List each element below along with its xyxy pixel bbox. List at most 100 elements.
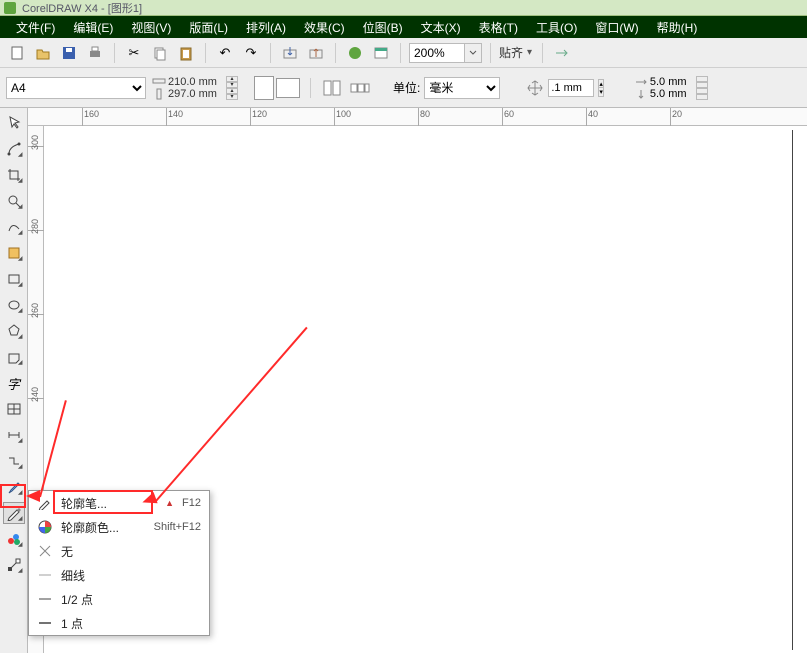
outline-flyout-menu: 轮廓笔... ▲ F12 轮廓颜色... Shift+F12 无 细线 1/2 …	[28, 490, 210, 636]
interactive-fill-tool[interactable]: ◢	[3, 554, 25, 576]
page-border	[792, 130, 793, 650]
paste-button[interactable]	[175, 42, 197, 64]
undo-button[interactable]: ↶	[214, 42, 236, 64]
polygon-tool[interactable]: ◢	[3, 320, 25, 342]
table-tool[interactable]	[3, 398, 25, 420]
property-bar: A4 210.0 mm ▴▾ 297.0 mm ▴▾ 单位: 毫米 ▴▾ 5.0…	[0, 68, 807, 108]
print-button[interactable]	[84, 42, 106, 64]
crop-tool[interactable]: ◢	[3, 164, 25, 186]
import-button[interactable]	[279, 42, 301, 64]
menu-text[interactable]: 文本(X)	[413, 17, 469, 38]
unit-label: 单位:	[393, 79, 420, 96]
shape-tool[interactable]: ◢	[3, 138, 25, 160]
dup-y-spinner[interactable]	[696, 88, 708, 100]
freehand-tool[interactable]: ◢	[3, 216, 25, 238]
height-icon	[152, 88, 166, 100]
annotation-arrow-head-1	[26, 490, 40, 502]
dup-x-spinner[interactable]	[696, 76, 708, 88]
menu-bitmap[interactable]: 位图(B)	[355, 17, 411, 38]
options-icon[interactable]	[553, 45, 569, 61]
dup-x-value[interactable]: 5.0 mm	[650, 76, 694, 88]
smart-fill-tool[interactable]: ◢	[3, 242, 25, 264]
paper-size-select[interactable]: A4	[6, 77, 146, 99]
half-pt-icon	[37, 591, 53, 607]
portrait-button[interactable]	[254, 76, 274, 100]
menu-help[interactable]: 帮助(H)	[649, 17, 706, 38]
landscape-button[interactable]	[276, 78, 300, 98]
one-pt-icon	[37, 615, 53, 631]
flyout-item-outline-pen[interactable]: 轮廓笔... ▲ F12	[29, 491, 209, 515]
paper-size-combo[interactable]: A4	[6, 77, 146, 99]
page-width-value[interactable]: 210.0 mm	[168, 76, 224, 88]
nudge-spinner[interactable]: ▴▾	[598, 79, 604, 97]
workspace: ◢ ◢ ◢ ◢ ◢ ◢ ◢ ◢ ◢ 字 ◢ ◢ ◢ ◢ ◢ ◢ 160 140 …	[0, 108, 807, 653]
menu-table[interactable]: 表格(T)	[471, 17, 526, 38]
rectangle-tool[interactable]: ◢	[3, 268, 25, 290]
zoom-tool[interactable]: ◢	[3, 190, 25, 212]
open-button[interactable]	[32, 42, 54, 64]
page-dimensions: 210.0 mm ▴▾ 297.0 mm ▴▾	[152, 76, 238, 100]
flyout-item-one-pt[interactable]: 1 点	[29, 611, 209, 635]
page-height-spinner[interactable]: ▴▾	[226, 88, 238, 100]
menu-view[interactable]: 视图(V)	[123, 17, 179, 38]
pick-tool[interactable]	[3, 112, 25, 134]
zoom-input[interactable]	[409, 43, 465, 63]
hairline-icon	[37, 567, 53, 583]
unit-select[interactable]: 毫米	[424, 77, 500, 99]
width-icon	[152, 76, 166, 88]
facing-pages-button[interactable]	[321, 77, 343, 99]
menu-tools[interactable]: 工具(O)	[528, 17, 585, 38]
fill-tool[interactable]: ◢	[3, 528, 25, 550]
snap-label: 贴齐	[499, 44, 523, 61]
menu-arrange[interactable]: 排列(A)	[238, 17, 294, 38]
redo-button[interactable]: ↷	[240, 42, 262, 64]
outline-tool[interactable]: ◢	[3, 502, 25, 524]
dup-x-icon	[634, 77, 648, 87]
title-bar: CorelDRAW X4 - [图形1]	[0, 0, 807, 16]
dimension-tool[interactable]: ◢	[3, 424, 25, 446]
welcome-button[interactable]	[370, 42, 392, 64]
ellipse-tool[interactable]: ◢	[3, 294, 25, 316]
text-tool[interactable]: 字	[3, 372, 25, 394]
flyout-item-none[interactable]: 无	[29, 539, 209, 563]
toolbox: ◢ ◢ ◢ ◢ ◢ ◢ ◢ ◢ ◢ 字 ◢ ◢ ◢ ◢ ◢ ◢	[0, 108, 28, 653]
new-button[interactable]	[6, 42, 28, 64]
orientation-group	[254, 76, 300, 100]
menu-effects[interactable]: 效果(C)	[296, 17, 353, 38]
flyout-item-hairline[interactable]: 细线	[29, 563, 209, 587]
cut-button[interactable]: ✂	[123, 42, 145, 64]
no-outline-icon	[37, 543, 53, 559]
zoom-dropdown-button[interactable]	[465, 43, 482, 63]
copy-button[interactable]	[149, 42, 171, 64]
color-wheel-icon	[37, 519, 53, 535]
duplicate-group: 5.0 mm 5.0 mm	[634, 76, 708, 100]
menu-layout[interactable]: 版面(L)	[181, 17, 236, 38]
page-width-spinner[interactable]: ▴▾	[226, 76, 238, 88]
zoom-combo[interactable]	[409, 43, 482, 63]
nudge-icon	[526, 79, 544, 97]
page-sort-button[interactable]	[349, 77, 371, 99]
dup-y-value[interactable]: 5.0 mm	[650, 88, 694, 100]
page-height-value[interactable]: 297.0 mm	[168, 88, 224, 100]
export-button[interactable]	[305, 42, 327, 64]
standard-toolbar: ✂ ↶ ↷ 贴齐 ▾	[0, 38, 807, 68]
unit-group: 单位: 毫米	[393, 77, 500, 99]
save-button[interactable]	[58, 42, 80, 64]
basic-shapes-tool[interactable]: ◢	[3, 346, 25, 368]
menu-bar: 文件(F) 编辑(E) 视图(V) 版面(L) 排列(A) 效果(C) 位图(B…	[0, 16, 807, 38]
eyedropper-tool[interactable]: ◢	[3, 476, 25, 498]
app-launch-button[interactable]	[344, 42, 366, 64]
flyout-item-outline-color[interactable]: 轮廓颜色... Shift+F12	[29, 515, 209, 539]
nudge-group: ▴▾	[526, 79, 604, 97]
connector-tool[interactable]: ◢	[3, 450, 25, 472]
flyout-item-half-pt[interactable]: 1/2 点	[29, 587, 209, 611]
menu-window[interactable]: 窗口(W)	[587, 17, 646, 38]
nudge-value[interactable]	[548, 79, 594, 97]
menu-edit[interactable]: 编辑(E)	[65, 17, 121, 38]
menu-file[interactable]: 文件(F)	[8, 17, 63, 38]
dup-y-icon	[634, 89, 648, 99]
app-icon	[4, 2, 16, 14]
horizontal-ruler[interactable]: 160 140 120 100 80 60 40 20	[28, 108, 807, 126]
snap-control[interactable]: 贴齐 ▾	[499, 43, 569, 63]
document-title: CorelDRAW X4 - [图形1]	[22, 0, 142, 16]
